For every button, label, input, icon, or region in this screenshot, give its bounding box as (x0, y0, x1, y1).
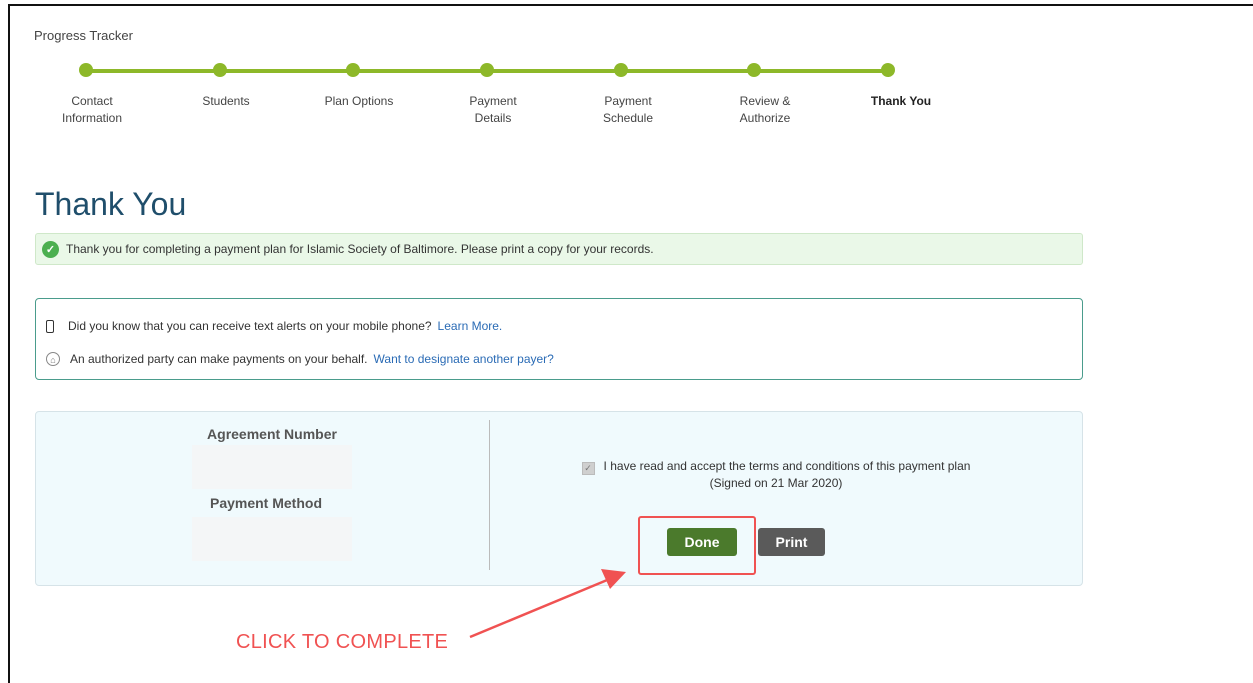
annotation-arrow-head (601, 569, 626, 589)
annotation-arrow-line (469, 576, 613, 639)
annotation-arrow (469, 569, 626, 639)
click-to-complete-annotation: CLICK TO COMPLETE (236, 631, 449, 653)
